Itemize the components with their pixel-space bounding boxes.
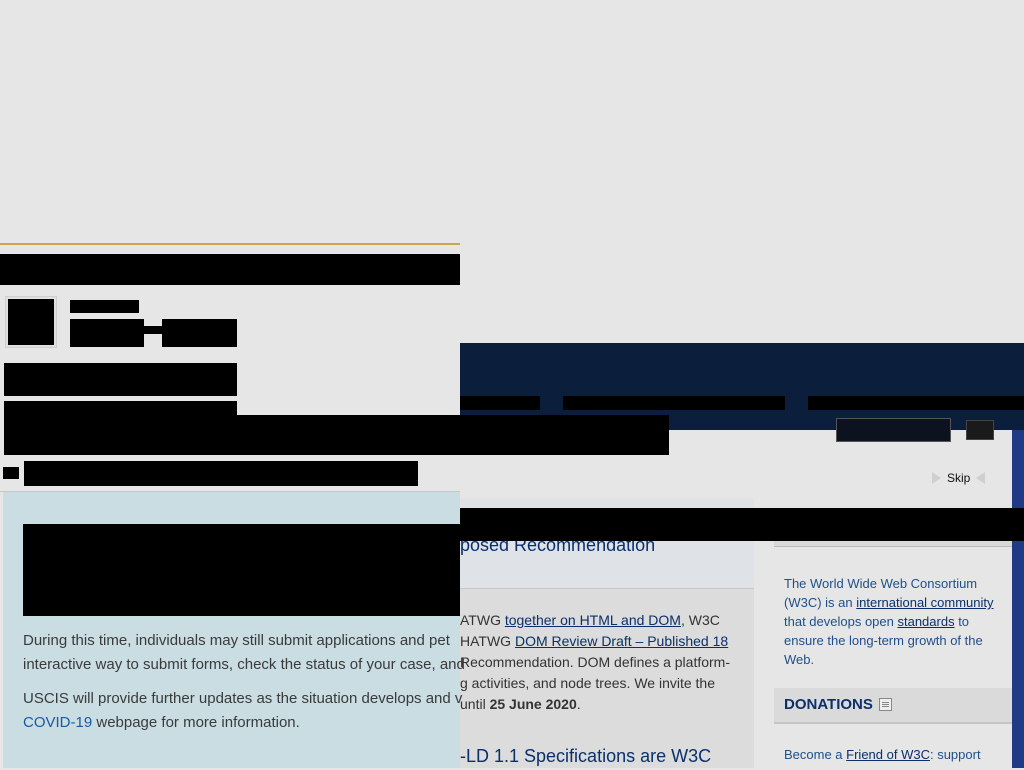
- alert-paragraph: USCIS will provide further updates as th…: [23, 687, 483, 735]
- link-html-dom[interactable]: together on HTML and DOM: [505, 612, 681, 628]
- link-dom-review-draft[interactable]: DOM Review Draft – Published 18: [515, 633, 728, 649]
- redacted-icon: [3, 467, 19, 479]
- redacted-text: [162, 319, 237, 347]
- alert-paragraph: During this time, individuals may still …: [23, 629, 483, 677]
- nav-item-redacted[interactable]: [563, 396, 785, 410]
- news-body: ATWG together on HTML and DOM, W3C HATWG…: [460, 610, 746, 715]
- arrow-right-icon: [932, 472, 941, 484]
- uscis-seal-frame[interactable]: [5, 296, 57, 348]
- covid-19-link[interactable]: COVID-19: [23, 714, 92, 731]
- link-friend-of-w3c[interactable]: Friend of W3C: [846, 747, 930, 762]
- donations-label: DONATIONS: [784, 696, 873, 713]
- news-text: , W3C: [680, 612, 720, 628]
- link-international-community[interactable]: international community: [856, 595, 993, 610]
- nav-item-redacted[interactable]: [460, 396, 540, 410]
- skip-label: Skip: [947, 471, 971, 485]
- news-text: .: [576, 696, 581, 712]
- donations-title: DONATIONS: [784, 696, 892, 713]
- alert-text: webpage for more information.: [92, 714, 300, 731]
- link-standards[interactable]: standards: [897, 614, 954, 629]
- search-go-button[interactable]: [966, 420, 994, 440]
- document-icon[interactable]: [878, 698, 892, 711]
- redacted-menu-bar[interactable]: [4, 415, 669, 455]
- news-date: 25 June 2020: [489, 696, 577, 712]
- skip-link[interactable]: Skip: [932, 468, 986, 488]
- donations-body: : support: [929, 747, 981, 762]
- redacted-alert-heading: [23, 524, 460, 616]
- redacted-banner: [0, 254, 460, 285]
- redacted-text: [70, 300, 139, 313]
- search-input[interactable]: [836, 418, 951, 442]
- news-text: ATWG: [460, 612, 505, 628]
- uscis-seal-logo: [8, 299, 54, 345]
- redacted-text: [143, 326, 163, 334]
- nav-item-redacted[interactable]: [808, 396, 1024, 410]
- redacted-text: [70, 319, 144, 347]
- donations-body: Become a: [784, 747, 847, 762]
- donations-text: Become a Friend of W3C: support: [784, 745, 1004, 764]
- news-text: g activities, and node trees. We invite …: [460, 675, 715, 691]
- alert-text: interactive way to submit forms, check t…: [23, 656, 465, 673]
- arrow-left-icon: [976, 472, 986, 484]
- alert-text: During this time, individuals may still …: [23, 632, 450, 649]
- alert-text: USCIS will provide further updates as th…: [23, 690, 463, 707]
- news-text: Recommendation. DOM defines a platform-: [460, 654, 730, 670]
- about-text: that develops open: [784, 614, 898, 629]
- about-w3c: The World Wide Web Consortium (W3C) is a…: [784, 574, 1004, 669]
- news-headline[interactable]: -LD 1.1 Specifications are W3C: [460, 746, 711, 767]
- redacted-link[interactable]: [24, 461, 418, 486]
- page-edge-strip: [1012, 430, 1024, 768]
- redacted-nav-item[interactable]: [4, 363, 237, 396]
- sidebar-rule: [774, 540, 1012, 547]
- redacted-strip: [460, 508, 1024, 541]
